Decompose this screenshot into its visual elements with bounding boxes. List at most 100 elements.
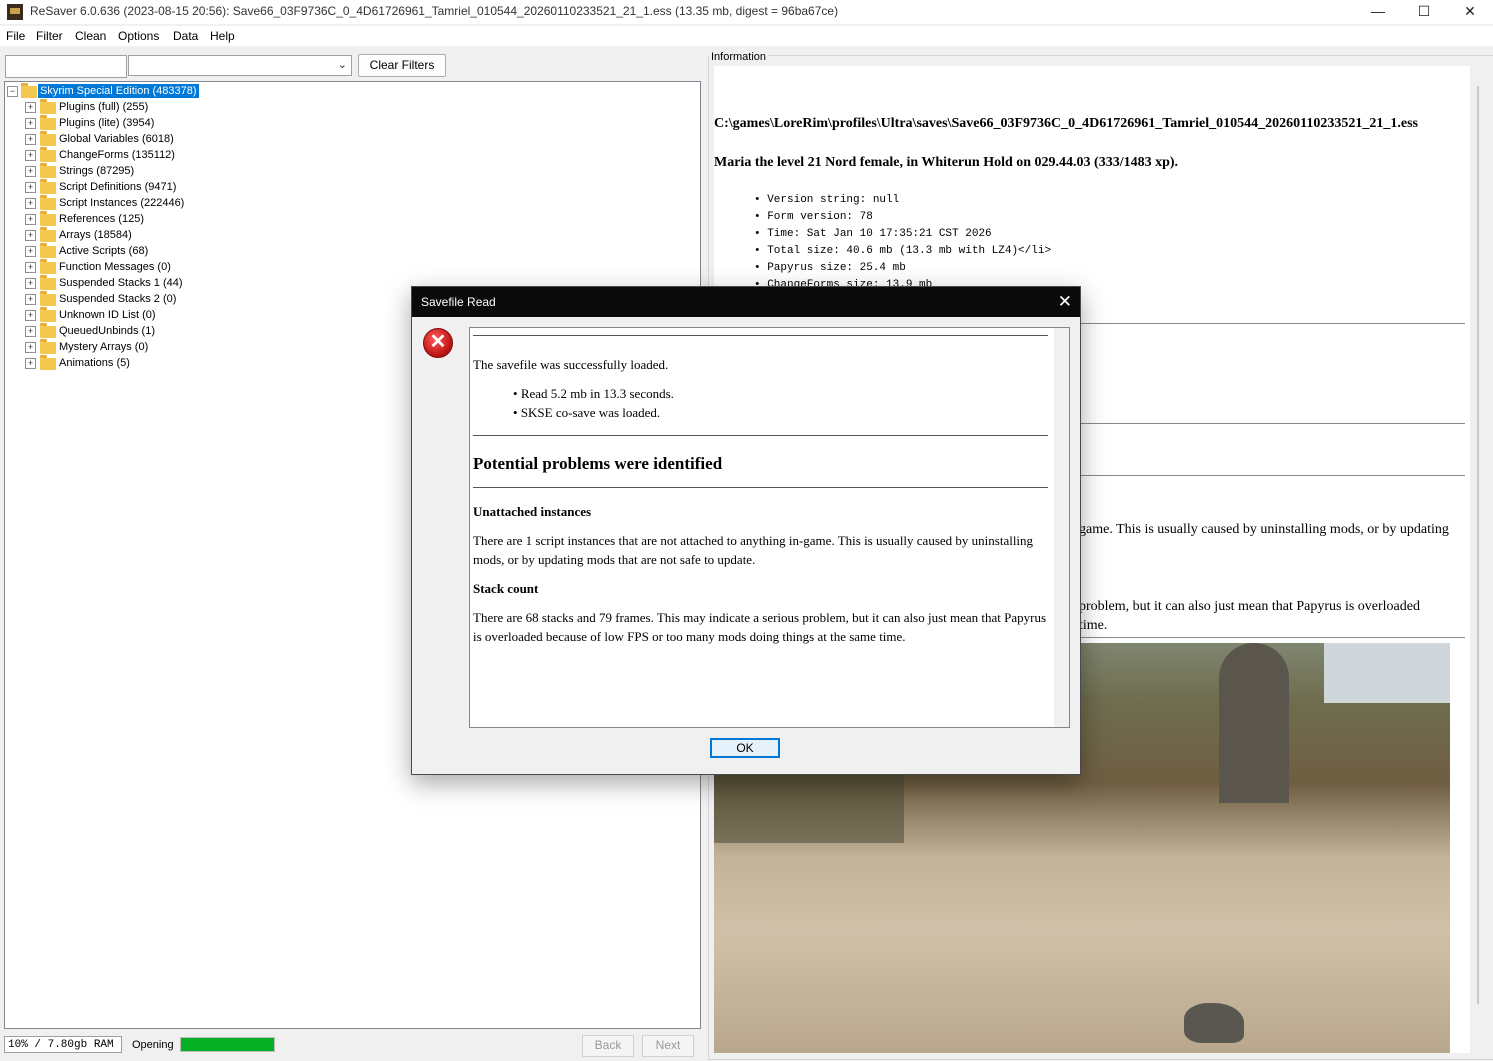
menu-options[interactable]: Options [118, 29, 159, 43]
tree-item-label[interactable]: Script Definitions (9471) [57, 180, 178, 194]
expand-icon[interactable]: + [25, 294, 36, 305]
expand-icon[interactable]: + [25, 150, 36, 161]
expand-icon[interactable]: + [25, 118, 36, 129]
menu-help[interactable]: Help [210, 29, 235, 43]
ram-usage: 10% / 7.80gb RAM [4, 1036, 122, 1053]
folder-icon [40, 211, 56, 226]
expand-icon[interactable]: + [25, 214, 36, 225]
folder-icon [40, 163, 56, 178]
tree-item-label[interactable]: Active Scripts (68) [57, 244, 150, 258]
minimize-button[interactable]: — [1355, 0, 1401, 24]
error-icon: ✕ [423, 328, 453, 358]
tree-item-label[interactable]: Function Messages (0) [57, 260, 173, 274]
expand-icon[interactable]: + [25, 262, 36, 273]
tree-item-label[interactable]: Unknown ID List (0) [57, 308, 158, 322]
list-item: SKSE co-save was loaded. [513, 403, 674, 422]
dialog-scrollbar[interactable] [1054, 328, 1069, 727]
menu-data[interactable]: Data [173, 29, 198, 43]
dialog-close-button[interactable]: ✕ [1058, 292, 1072, 312]
expand-icon[interactable]: + [25, 326, 36, 337]
filter-text-input[interactable] [5, 55, 127, 78]
expand-icon[interactable]: + [25, 166, 36, 177]
expand-icon[interactable]: + [25, 246, 36, 257]
expand-icon[interactable]: + [25, 198, 36, 209]
folder-icon [40, 307, 56, 322]
tree-item-label[interactable]: Script Instances (222446) [57, 196, 186, 210]
load-details: Read 5.2 mb in 13.3 seconds. SKSE co-sav… [513, 384, 674, 422]
expand-icon[interactable]: + [25, 358, 36, 369]
folder-icon [40, 275, 56, 290]
folder-icon [40, 115, 56, 130]
folder-icon [40, 147, 56, 162]
folder-icon [40, 195, 56, 210]
filter-select[interactable]: ⌄ [128, 55, 352, 76]
tree-item-label[interactable]: Plugins (full) (255) [57, 100, 150, 114]
progress-fill [181, 1038, 274, 1051]
folder-icon [21, 83, 37, 98]
tree-item-label[interactable]: ChangeForms (135112) [57, 148, 177, 162]
expand-icon[interactable]: + [25, 342, 36, 353]
menu-bar: File Filter Clean Options Data Help [0, 26, 1493, 46]
window-title: ReSaver 6.0.636 (2023-08-15 20:56): Save… [30, 4, 839, 18]
folder-icon [40, 179, 56, 194]
back-button[interactable]: Back [582, 1035, 634, 1057]
tree-item-label[interactable]: References (125) [57, 212, 146, 226]
maximize-button[interactable]: ☐ [1401, 0, 1447, 24]
next-button[interactable]: Next [642, 1035, 694, 1057]
tree-item-label[interactable]: QueuedUnbinds (1) [57, 324, 157, 338]
info-scrollbar-thumb[interactable] [1477, 86, 1479, 1004]
info-text-partial: game. This is usually caused by uninstal… [1079, 522, 1449, 537]
tree-item-label[interactable]: Strings (87295) [57, 164, 136, 178]
list-item: Form version: 78 [754, 209, 1051, 226]
tree-item-label[interactable]: Plugins (lite) (3954) [57, 116, 156, 130]
tree-root-label[interactable]: Skyrim Special Edition (483378) [38, 84, 199, 98]
collapse-icon[interactable]: − [7, 86, 18, 97]
tree-item-label[interactable]: Animations (5) [57, 356, 132, 370]
problems-heading: Potential problems were identified [473, 454, 723, 473]
scene-sky [1324, 643, 1450, 703]
stack-count-heading: Stack count [473, 581, 539, 596]
list-item: Read 5.2 mb in 13.3 seconds. [513, 384, 674, 403]
tree-item-label[interactable]: Global Variables (6018) [57, 132, 176, 146]
folder-icon [40, 131, 56, 146]
expand-icon[interactable]: + [25, 278, 36, 289]
app-icon [7, 4, 23, 20]
scene-rock [1184, 1003, 1244, 1043]
expand-icon[interactable]: + [25, 182, 36, 193]
save-details-list: Version string: null Form version: 78 Ti… [754, 192, 1051, 294]
list-item: Time: Sat Jan 10 17:35:21 CST 2026 [754, 226, 1051, 243]
save-summary: Maria the level 21 Nord female, in White… [714, 155, 1179, 170]
expand-icon[interactable]: + [25, 134, 36, 145]
folder-icon [40, 291, 56, 306]
folder-icon [40, 99, 56, 114]
folder-icon [40, 227, 56, 242]
clear-filters-button[interactable]: Clear Filters [358, 54, 446, 77]
close-button[interactable]: ✕ [1447, 0, 1493, 24]
dialog-title: Savefile Read [421, 295, 496, 309]
expand-icon[interactable]: + [25, 230, 36, 241]
info-text-partial: problem, but it can also just mean that … [1079, 599, 1420, 614]
list-item: Version string: null [754, 192, 1051, 209]
tree-item-label[interactable]: Arrays (18584) [57, 228, 134, 242]
savefile-read-dialog: Savefile Read ✕ ✕ The savefile was succe… [411, 286, 1081, 775]
menu-filter[interactable]: Filter [36, 29, 63, 43]
folder-icon [40, 323, 56, 338]
menu-clean[interactable]: Clean [75, 29, 106, 43]
info-text-partial: time. [1079, 618, 1108, 633]
scene-stone-arch [1219, 643, 1289, 803]
status-text: Opening [132, 1039, 174, 1051]
ok-button[interactable]: OK [710, 738, 780, 758]
expand-icon[interactable]: + [25, 102, 36, 113]
menu-file[interactable]: File [6, 29, 25, 43]
dialog-message: The savefile was successfully loaded. Re… [469, 327, 1070, 728]
chevron-down-icon: ⌄ [337, 59, 347, 71]
title-bar: ReSaver 6.0.636 (2023-08-15 20:56): Save… [0, 0, 1493, 24]
folder-icon [40, 339, 56, 354]
unattached-heading: Unattached instances [473, 504, 592, 519]
tree-item-label[interactable]: Suspended Stacks 1 (44) [57, 276, 185, 290]
save-path: C:\games\LoreRim\profiles\Ultra\saves\Sa… [714, 116, 1418, 131]
tree-item-label[interactable]: Suspended Stacks 2 (0) [57, 292, 178, 306]
tree-item-label[interactable]: Mystery Arrays (0) [57, 340, 150, 354]
expand-icon[interactable]: + [25, 310, 36, 321]
list-item: Total size: 40.6 mb (13.3 mb with LZ4)</… [754, 243, 1051, 260]
